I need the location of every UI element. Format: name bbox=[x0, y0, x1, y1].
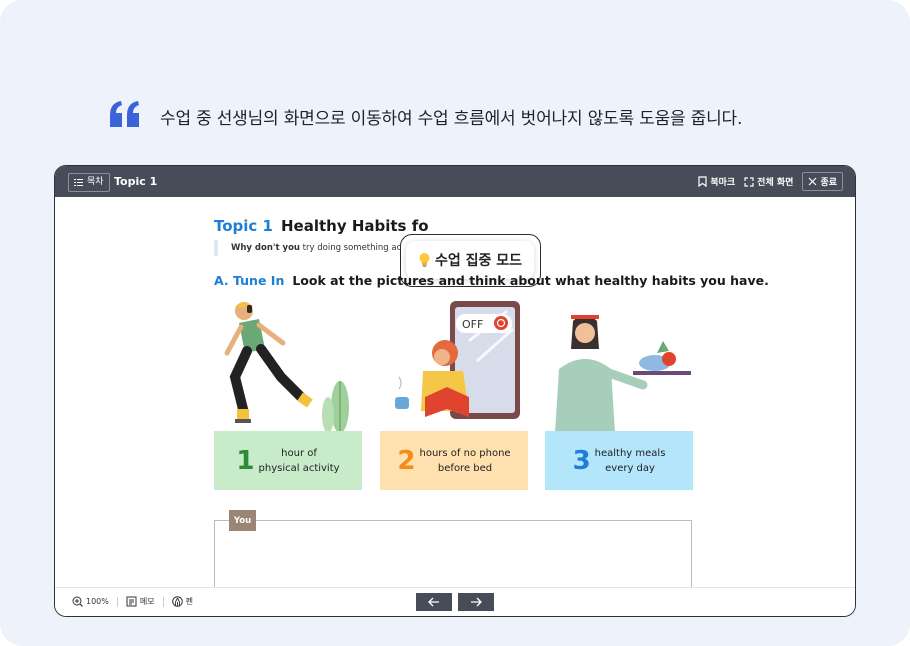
list-icon bbox=[74, 179, 83, 186]
skater-illustration bbox=[224, 302, 349, 433]
arrow-right-icon bbox=[471, 597, 482, 607]
memo-button[interactable]: 메모 bbox=[126, 596, 155, 607]
bottom-tools: 100% 메모 펜 bbox=[72, 596, 193, 607]
fullscreen-label: 전체 화면 bbox=[757, 178, 794, 188]
lesson-topic-label: Topic 1 bbox=[214, 217, 273, 235]
zoom-level: 100% bbox=[86, 597, 109, 606]
close-icon bbox=[809, 177, 817, 186]
lesson-viewer-window: 목차 Topic 1 북마크 전체 화면 종료 Topic 1 Healthy … bbox=[54, 165, 856, 617]
pen-button[interactable]: 펜 bbox=[171, 596, 193, 607]
section-label: A. Tune In bbox=[214, 273, 285, 288]
section-instruction: Look at the pictures and think about wha… bbox=[292, 273, 769, 288]
habit-text: healthy meals every day bbox=[595, 446, 666, 476]
you-tag: You bbox=[229, 510, 256, 531]
habit-line1: hour of bbox=[281, 447, 317, 459]
phone-off-label: OFF bbox=[462, 318, 483, 331]
memo-icon bbox=[126, 596, 137, 607]
pen-icon bbox=[171, 596, 183, 607]
toc-label: 목차 bbox=[87, 177, 104, 187]
habit-line2: physical activity bbox=[258, 462, 340, 474]
quote-icon bbox=[110, 101, 139, 127]
habit-text: hour of physical activity bbox=[259, 446, 340, 476]
bookmark-button[interactable]: 북마크 bbox=[698, 175, 735, 188]
habit-number: 1 bbox=[236, 445, 255, 476]
habit-card-2: 2 hours of no phone before bed bbox=[380, 431, 528, 490]
viewer-topbar: 목차 Topic 1 북마크 전체 화면 종료 bbox=[55, 166, 855, 197]
separator bbox=[162, 596, 164, 607]
arrow-left-icon bbox=[428, 597, 439, 607]
memo-label: 메모 bbox=[139, 597, 155, 606]
section-heading: A. Tune In Look at the pictures and think… bbox=[214, 273, 769, 288]
habit-card-1: 1 hour of physical activity bbox=[214, 431, 362, 490]
prev-page-button[interactable] bbox=[416, 593, 452, 611]
toc-button[interactable]: 목차 bbox=[68, 173, 110, 192]
subtitle-rest: try doing something acti bbox=[299, 243, 407, 253]
separator bbox=[116, 596, 118, 607]
habit-line1: hours of no phone bbox=[419, 447, 511, 459]
habit-line2: before bed bbox=[437, 462, 493, 474]
headline: 수업 중 선생님의 화면으로 이동하여 수업 흐름에서 벗어나지 않도록 도움을… bbox=[160, 109, 743, 129]
habit-number: 3 bbox=[572, 445, 591, 476]
close-label: 종료 bbox=[820, 178, 837, 188]
close-button[interactable]: 종료 bbox=[802, 172, 843, 191]
lesson-topic-name: Healthy Habits fo bbox=[280, 217, 429, 235]
pen-label: 펜 bbox=[185, 597, 193, 606]
focus-mode-label: 수업 집중 모드 bbox=[434, 253, 523, 269]
bookmark-icon bbox=[698, 176, 707, 187]
habit-line2: every day bbox=[605, 462, 655, 474]
habit-text: hours of no phone before bed bbox=[420, 446, 511, 476]
zoom-icon bbox=[72, 596, 83, 607]
lesson-content: Topic 1 Healthy Habits fo Why don't you t… bbox=[55, 197, 855, 601]
lesson-subtitle: Why don't you try doing something acti bbox=[214, 240, 407, 256]
topbar-topic-title: Topic 1 bbox=[114, 175, 158, 188]
zoom-button[interactable]: 100% bbox=[72, 596, 109, 607]
healthy-meal-illustration bbox=[555, 315, 691, 433]
phone-off-illustration: OFF bbox=[395, 301, 520, 419]
habit-line1: healthy meals bbox=[594, 447, 666, 459]
page-background: 수업 중 선생님의 화면으로 이동하여 수업 흐름에서 벗어나지 않도록 도움을… bbox=[0, 0, 910, 646]
habit-card-3: 3 healthy meals every day bbox=[545, 431, 693, 490]
bookmark-label: 북마크 bbox=[710, 178, 736, 188]
lesson-title: Topic 1 Healthy Habits fo bbox=[214, 217, 429, 235]
subtitle-bold: Why don't you bbox=[231, 243, 300, 253]
viewer-bottombar: 100% 메모 펜 bbox=[55, 587, 855, 616]
fullscreen-button[interactable]: 전체 화면 bbox=[744, 175, 793, 188]
habit-number: 2 bbox=[397, 445, 416, 476]
next-page-button[interactable] bbox=[458, 593, 494, 611]
lightbulb-icon bbox=[419, 253, 430, 267]
topbar-actions: 북마크 전체 화면 종료 bbox=[698, 172, 843, 191]
fullscreen-icon bbox=[744, 176, 754, 187]
